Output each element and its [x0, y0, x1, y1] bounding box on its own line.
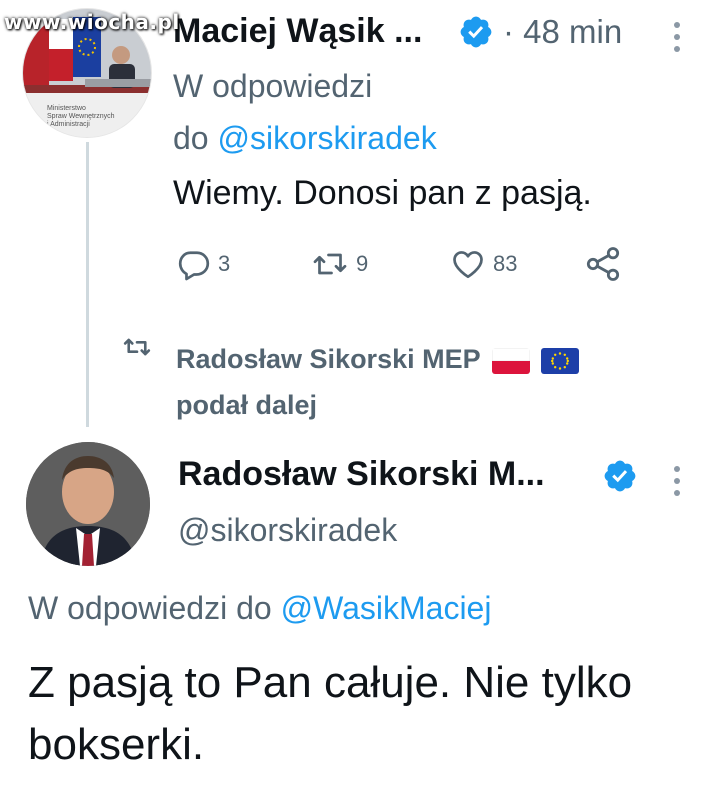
verified-badge-icon: [604, 460, 636, 492]
more-options-icon[interactable]: [671, 464, 683, 498]
poland-flag-icon: [491, 347, 530, 374]
like-icon: [453, 251, 483, 279]
avatar-caption-line: i Administracji: [47, 121, 90, 128]
reply-button[interactable]: 3: [176, 244, 230, 284]
reply-to-mention-link[interactable]: @WasikMaciej: [281, 590, 492, 626]
site-watermark: www.wiocha.pl: [4, 10, 180, 34]
tweet-timestamp[interactable]: · 48 min: [503, 13, 622, 51]
reply-context-line: W odpowiedzi do @WasikMaciej: [28, 590, 491, 627]
reply-to-mention-link[interactable]: @sikorskiradek: [217, 120, 436, 156]
avatar-caption-line: Ministerstwo: [47, 105, 86, 112]
retweet-banner[interactable]: Radosław Sikorski MEP podał dalej: [176, 336, 646, 428]
reply-icon: [178, 251, 210, 281]
more-options-icon[interactable]: [671, 20, 683, 54]
reply-context-line: do @sikorskiradek: [173, 120, 437, 157]
retweet-count: 9: [356, 251, 369, 276]
reply-context-label: W odpowiedzi: [173, 68, 373, 104]
eu-flag-icon: [541, 347, 580, 374]
retweet-label: podał dalej: [176, 390, 318, 420]
share-button[interactable]: [583, 244, 623, 284]
retweet-icon: [123, 338, 151, 356]
share-icon: [586, 247, 620, 281]
reply-count: 3: [218, 251, 231, 276]
thread-connector-line: [86, 142, 89, 427]
tweet-body-text: Wiemy. Donosi pan z pasją.: [173, 174, 592, 212]
verified-badge-icon: [460, 16, 492, 48]
avatar-image: [26, 442, 150, 566]
like-button[interactable]: 83: [449, 244, 517, 284]
author-name[interactable]: Radosław Sikorski M...: [178, 455, 545, 494]
avatar-caption: Ministerstwo Spraw Wewnętrznych i Admini…: [47, 105, 115, 129]
tweet-body-text: Z pasją to Pan całuje. Nie tylko bokserk…: [28, 658, 633, 769]
reply-to-prefix: do: [173, 120, 209, 156]
author-name[interactable]: Maciej Wąsik ...: [173, 12, 422, 51]
like-count: 83: [493, 251, 518, 276]
retweet-button[interactable]: 9: [310, 244, 368, 284]
retweeter-name: Radosław Sikorski MEP: [176, 344, 481, 374]
avatar-radoslaw-sikorski[interactable]: [26, 442, 150, 566]
retweet-icon: [313, 253, 347, 275]
avatar-caption-line: Spraw Wewnętrznych: [47, 113, 115, 120]
author-handle[interactable]: @sikorskiradek: [178, 512, 397, 549]
reply-to-prefix: W odpowiedzi do: [28, 590, 272, 626]
